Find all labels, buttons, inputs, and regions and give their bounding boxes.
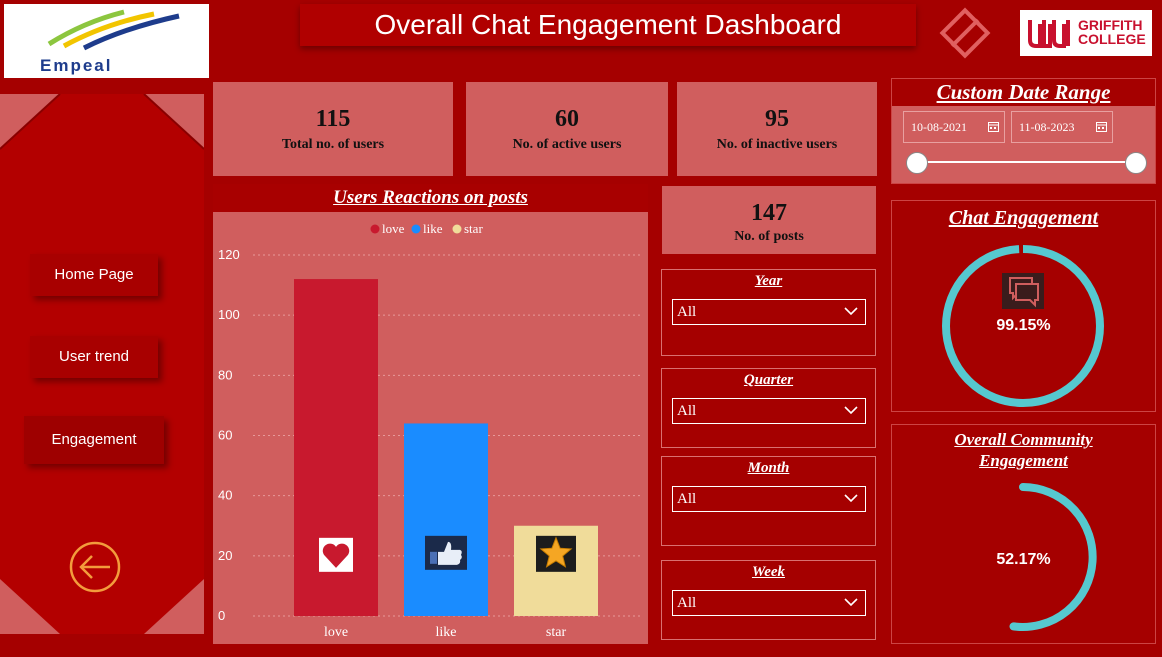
- week-filter: Week All: [661, 560, 876, 640]
- date-range-end-handle[interactable]: [1125, 152, 1147, 174]
- empeal-logo-text: Empeal: [40, 56, 113, 75]
- diamond-icon[interactable]: [938, 6, 992, 60]
- kpi-label: No. of posts: [734, 229, 804, 244]
- y-tick-label: 120: [218, 247, 240, 262]
- y-tick-label: 60: [218, 428, 232, 443]
- chevron-down-icon: [843, 592, 859, 621]
- thumbs-up-icon: [425, 535, 467, 570]
- quarter-dropdown-value: All: [677, 403, 697, 419]
- legend-label: like: [423, 221, 443, 236]
- sidebar-item-home-page[interactable]: Home Page: [30, 254, 158, 296]
- y-tick-label: 0: [218, 608, 225, 623]
- kpi-value: 147: [751, 200, 787, 226]
- year-dropdown[interactable]: All: [672, 299, 866, 325]
- week-dropdown[interactable]: All: [672, 590, 866, 616]
- kpi-label: No. of inactive users: [716, 137, 838, 152]
- month-filter-title: Month: [747, 460, 790, 476]
- heart-icon: [319, 537, 353, 572]
- chevron-down-icon: [843, 400, 859, 429]
- legend-label: star: [464, 221, 483, 236]
- y-tick-label: 40: [218, 488, 232, 503]
- quarter-dropdown[interactable]: All: [672, 398, 866, 424]
- legend-label: love: [382, 221, 405, 236]
- month-dropdown[interactable]: All: [672, 486, 866, 512]
- chat-engagement-title: Chat Engagement: [948, 207, 1099, 229]
- date-range-header: Custom Date Range: [892, 79, 1155, 106]
- kpi-label: No. of active users: [512, 137, 622, 152]
- quarter-filter-title: Quarter: [743, 372, 794, 388]
- month-dropdown-value: All: [677, 491, 697, 507]
- empeal-swoosh-icon: [47, 9, 180, 51]
- kpi-inactive-users: 95 No. of inactive users: [677, 82, 877, 176]
- community-engagement-title-line2: Engagement: [979, 451, 1068, 470]
- kpi-total-users: 115 Total no. of users: [213, 82, 453, 176]
- start-date-input[interactable]: 10-08-2021: [903, 111, 1005, 143]
- kpi-active-users: 60 No. of active users: [466, 82, 668, 176]
- kpi-posts: 147 No. of posts: [662, 186, 876, 254]
- y-tick-label: 100: [218, 307, 240, 322]
- date-range-panel: Custom Date Range 10-08-2021 11-08-2023: [891, 78, 1156, 184]
- back-arrow-icon[interactable]: [68, 540, 122, 594]
- community-engagement-title-line1: Overall Community: [954, 430, 1093, 449]
- community-engagement-value: 52.17%: [996, 551, 1051, 568]
- legend-marker: [452, 224, 462, 234]
- date-range-title: Custom Date Range: [936, 80, 1111, 104]
- sidebar-item-engagement[interactable]: Engagement: [24, 416, 164, 464]
- x-tick-label: star: [546, 625, 567, 640]
- griffith-crest-icon: [1028, 20, 1070, 48]
- y-tick-label: 20: [218, 548, 232, 563]
- y-tick-label: 80: [218, 367, 232, 382]
- kpi-value: 95: [765, 106, 789, 132]
- empeal-logo: Empeal: [4, 4, 209, 78]
- year-dropdown-value: All: [677, 304, 697, 320]
- chat-engagement-panel: Chat Engagement 99.15%: [891, 200, 1156, 412]
- star-icon: [536, 535, 576, 572]
- kpi-value: 115: [315, 106, 351, 132]
- x-tick-label: love: [324, 625, 348, 640]
- chart-title-strip: Users Reactions on posts: [213, 184, 648, 212]
- chat-bubbles-icon: [1002, 273, 1044, 309]
- chevron-down-icon: [843, 301, 859, 330]
- week-filter-title: Week: [751, 564, 786, 580]
- end-date-input[interactable]: 11-08-2023: [1011, 111, 1113, 143]
- page-title: Overall Chat Engagement Dashboard: [300, 4, 916, 46]
- date-range-start-handle[interactable]: [906, 152, 928, 174]
- kpi-value: 60: [555, 106, 579, 132]
- quarter-filter: Quarter All: [661, 368, 876, 448]
- community-engagement-panel: Overall Community Engagement 52.17%: [891, 424, 1156, 644]
- year-filter-title: Year: [754, 273, 783, 289]
- month-filter: Month All: [661, 456, 876, 546]
- reactions-bar-chart: 0 20 40 60 80 100 120 love like star love like star: [218, 221, 643, 640]
- bar-like: [404, 423, 488, 616]
- griffith-college-logo: GRIFFITH COLLEGE: [1020, 10, 1152, 56]
- x-tick-label: like: [436, 625, 457, 640]
- calendar-icon: [1096, 122, 1107, 132]
- chat-engagement-value: 99.15%: [996, 317, 1051, 334]
- start-date-value: 10-08-2021: [911, 120, 967, 134]
- legend-marker: [411, 224, 421, 234]
- chevron-down-icon: [843, 488, 859, 517]
- date-range-slider-track[interactable]: [918, 161, 1138, 163]
- end-date-value: 11-08-2023: [1019, 120, 1075, 134]
- griffith-logo-text: GRIFFITH COLLEGE: [1078, 17, 1146, 47]
- chart-title: Users Reactions on posts: [333, 187, 528, 208]
- week-dropdown-value: All: [677, 595, 697, 611]
- calendar-icon: [988, 122, 999, 132]
- sidebar: Home Page User trend Engagement: [0, 94, 204, 634]
- year-filter: Year All: [661, 269, 876, 356]
- legend-marker: [370, 224, 380, 234]
- sidebar-item-user-trend[interactable]: User trend: [30, 336, 158, 378]
- kpi-label: Total no. of users: [281, 137, 385, 152]
